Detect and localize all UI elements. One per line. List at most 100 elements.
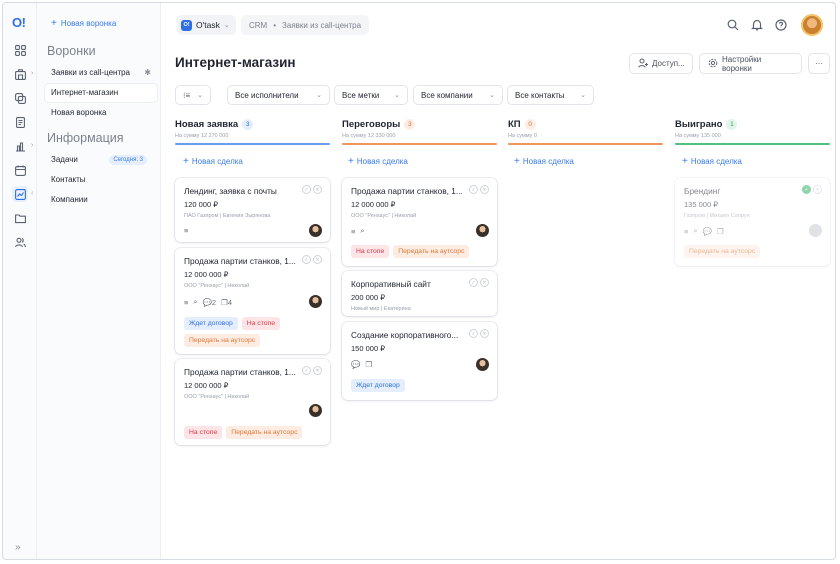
new-funnel-label: Новая воронка bbox=[60, 19, 117, 28]
deal-meta: ООО "Ренхаус" | Николай bbox=[351, 213, 417, 219]
copy-icon[interactable] bbox=[12, 90, 28, 106]
close-icon[interactable]: ✕ bbox=[480, 329, 489, 338]
document-icon[interactable] bbox=[12, 114, 28, 130]
funnel-board-icon[interactable] bbox=[12, 186, 28, 202]
app-window: O! › › ‹ » + Новая воронка Воронки Заявк… bbox=[2, 2, 836, 560]
users-icon[interactable] bbox=[12, 234, 28, 250]
close-icon[interactable]: ✕ bbox=[313, 366, 322, 375]
app-badge-icon: O! bbox=[181, 19, 192, 31]
new-deal-button[interactable]: + Новая сделка bbox=[183, 156, 243, 167]
tag-badge: Передать на аутсорс bbox=[393, 245, 470, 258]
pin-icon[interactable]: ✱ bbox=[144, 64, 151, 82]
top-bar: O! O'task ⌄ CRM • Заявки из call-центра bbox=[161, 3, 835, 47]
check-icon[interactable]: ✓ bbox=[469, 185, 478, 194]
column-sum: На сумму 0 bbox=[508, 133, 537, 139]
sidebar-item-online-store[interactable]: Интернет-магазин bbox=[45, 84, 157, 102]
deal-card[interactable]: Корпоративный сайт ✓ ✕ 200 000 ₽ Новый ми… bbox=[342, 271, 497, 316]
tag-badge: Ждет договор bbox=[351, 379, 405, 392]
assignee-avatar[interactable] bbox=[309, 295, 322, 308]
deal-card[interactable]: Продажа партии станков, 1... ✓ ✕ 12 000 0… bbox=[342, 178, 497, 266]
funnel-settings-button[interactable]: Настройки воронки bbox=[699, 53, 802, 74]
chevron-right-icon: › bbox=[31, 70, 34, 77]
new-deal-label: Новая сделка bbox=[522, 157, 574, 166]
view-toggle[interactable]: ⁝≡ ⌄ bbox=[175, 85, 211, 105]
check-icon[interactable]: ✓ bbox=[802, 185, 811, 194]
chart-icon[interactable] bbox=[12, 138, 28, 154]
close-icon[interactable]: ✕ bbox=[313, 255, 322, 264]
description-icon: ≡ bbox=[184, 226, 189, 235]
grid-icon[interactable] bbox=[12, 42, 28, 58]
close-icon[interactable]: ✕ bbox=[480, 278, 489, 287]
companies-filter[interactable]: Все компании ⌄ bbox=[413, 85, 503, 105]
column-header-new: Новая заявка 3 На сумму 12 270 000 bbox=[175, 119, 330, 145]
help-icon[interactable] bbox=[775, 19, 787, 31]
sidebar-item-contacts[interactable]: Контакты bbox=[45, 171, 157, 189]
assignee-avatar[interactable] bbox=[476, 358, 489, 371]
deal-title: Продажа партии станков, 1... bbox=[351, 186, 463, 196]
check-icon[interactable]: ✓ bbox=[302, 255, 311, 264]
sidebar-item-call-center[interactable]: Заявки из call-центра ✱ bbox=[45, 64, 157, 82]
folder-icon[interactable] bbox=[12, 210, 28, 226]
app-switcher[interactable]: O! O'task ⌄ bbox=[177, 15, 236, 35]
bell-icon[interactable] bbox=[751, 19, 763, 31]
contacts-filter[interactable]: Все контакты ⌄ bbox=[507, 85, 594, 105]
check-icon[interactable]: ✓ bbox=[302, 366, 311, 375]
deal-card[interactable]: Лендинг, заявка с почты ✓ ✕ 120 000 ₽ ПАО… bbox=[175, 178, 330, 242]
assignee-avatar[interactable] bbox=[476, 224, 489, 237]
deal-card[interactable]: Создание корпоративного... ✓ ✕ 150 000 ₽ … bbox=[342, 322, 497, 400]
app-logo[interactable]: O! bbox=[12, 15, 26, 30]
executors-filter[interactable]: Все исполнители ⌄ bbox=[227, 85, 330, 105]
assignee-avatar[interactable] bbox=[309, 224, 322, 237]
tags-filter[interactable]: Все метки ⌄ bbox=[334, 85, 408, 105]
close-icon[interactable]: ✕ bbox=[813, 185, 822, 194]
column-title: КП bbox=[508, 119, 521, 130]
companies-filter-label: Все компании bbox=[421, 90, 473, 100]
deal-card[interactable]: Продажа партии станков, 1... ✓ ✕ 12 000 0… bbox=[175, 359, 330, 445]
assignee-avatar[interactable] bbox=[809, 224, 822, 237]
chevron-down-icon: ⌄ bbox=[394, 92, 400, 99]
executors-filter-label: Все исполнители bbox=[235, 90, 299, 100]
deal-card[interactable]: Брендинг ✓ ✕ 135 000 ₽ Газпром | Михаил С… bbox=[675, 178, 830, 266]
deal-card[interactable]: Продажа партии станков, 1... ✓ ✕ 12 000 0… bbox=[175, 248, 330, 354]
check-icon[interactable]: ✓ bbox=[302, 185, 311, 194]
sidebar-item-companies[interactable]: Компании bbox=[45, 191, 157, 209]
search-icon[interactable] bbox=[727, 19, 739, 31]
new-deal-button[interactable]: + Новая сделка bbox=[348, 156, 408, 167]
new-funnel-button[interactable]: + Новая воронка bbox=[51, 18, 116, 29]
close-icon[interactable]: ✕ bbox=[480, 185, 489, 194]
user-avatar[interactable] bbox=[801, 14, 823, 36]
check-icon[interactable]: ✓ bbox=[469, 278, 478, 287]
chevron-left-icon: ‹ bbox=[31, 190, 34, 197]
access-button[interactable]: Доступ... bbox=[629, 53, 693, 74]
tag-badge: Передать на аутсорс bbox=[226, 426, 303, 439]
gear-icon bbox=[708, 58, 718, 70]
assignee-avatar[interactable] bbox=[309, 404, 322, 417]
deal-title: Лендинг, заявка с почты bbox=[184, 186, 277, 196]
breadcrumb-current[interactable]: Заявки из call-центра bbox=[282, 21, 361, 30]
new-deal-button[interactable]: + Новая сделка bbox=[514, 156, 574, 167]
contacts-filter-label: Все контакты bbox=[515, 90, 565, 100]
today-badge: Сегодня: 3 bbox=[109, 155, 147, 165]
breadcrumb-root[interactable]: CRM bbox=[249, 21, 267, 30]
new-deal-button[interactable]: + Новая сделка bbox=[682, 156, 742, 167]
expand-sidebar-icon[interactable]: » bbox=[15, 542, 21, 553]
breadcrumb: CRM • Заявки из call-центра bbox=[241, 15, 370, 35]
breadcrumb-separator: • bbox=[273, 20, 277, 30]
calendar-icon[interactable] bbox=[12, 162, 28, 178]
building-icon[interactable] bbox=[12, 66, 28, 82]
comments-icon: 💬 bbox=[702, 226, 712, 236]
new-deal-label: Новая сделка bbox=[690, 157, 742, 166]
column-title: Новая заявка bbox=[175, 119, 239, 130]
tag-badge: Передать на аутсорс bbox=[684, 245, 761, 258]
tag-badge: На стопе bbox=[351, 245, 390, 258]
deal-amount: 12 000 000 ₽ bbox=[184, 381, 229, 390]
chevron-down-icon: ⌄ bbox=[489, 92, 495, 99]
check-icon[interactable]: ✓ bbox=[469, 329, 478, 338]
sidebar-item-tasks[interactable]: Задачи Сегодня: 3 bbox=[45, 151, 157, 169]
column-accent-line bbox=[508, 143, 663, 145]
more-button[interactable]: ··· bbox=[808, 53, 830, 74]
close-icon[interactable]: ✕ bbox=[313, 185, 322, 194]
deal-meta: ООО "Ренхаус" | Николай bbox=[184, 283, 250, 289]
sidebar-item-new-funnel[interactable]: Новая воронка bbox=[45, 104, 157, 122]
tag-badge: На стопе bbox=[241, 317, 281, 330]
